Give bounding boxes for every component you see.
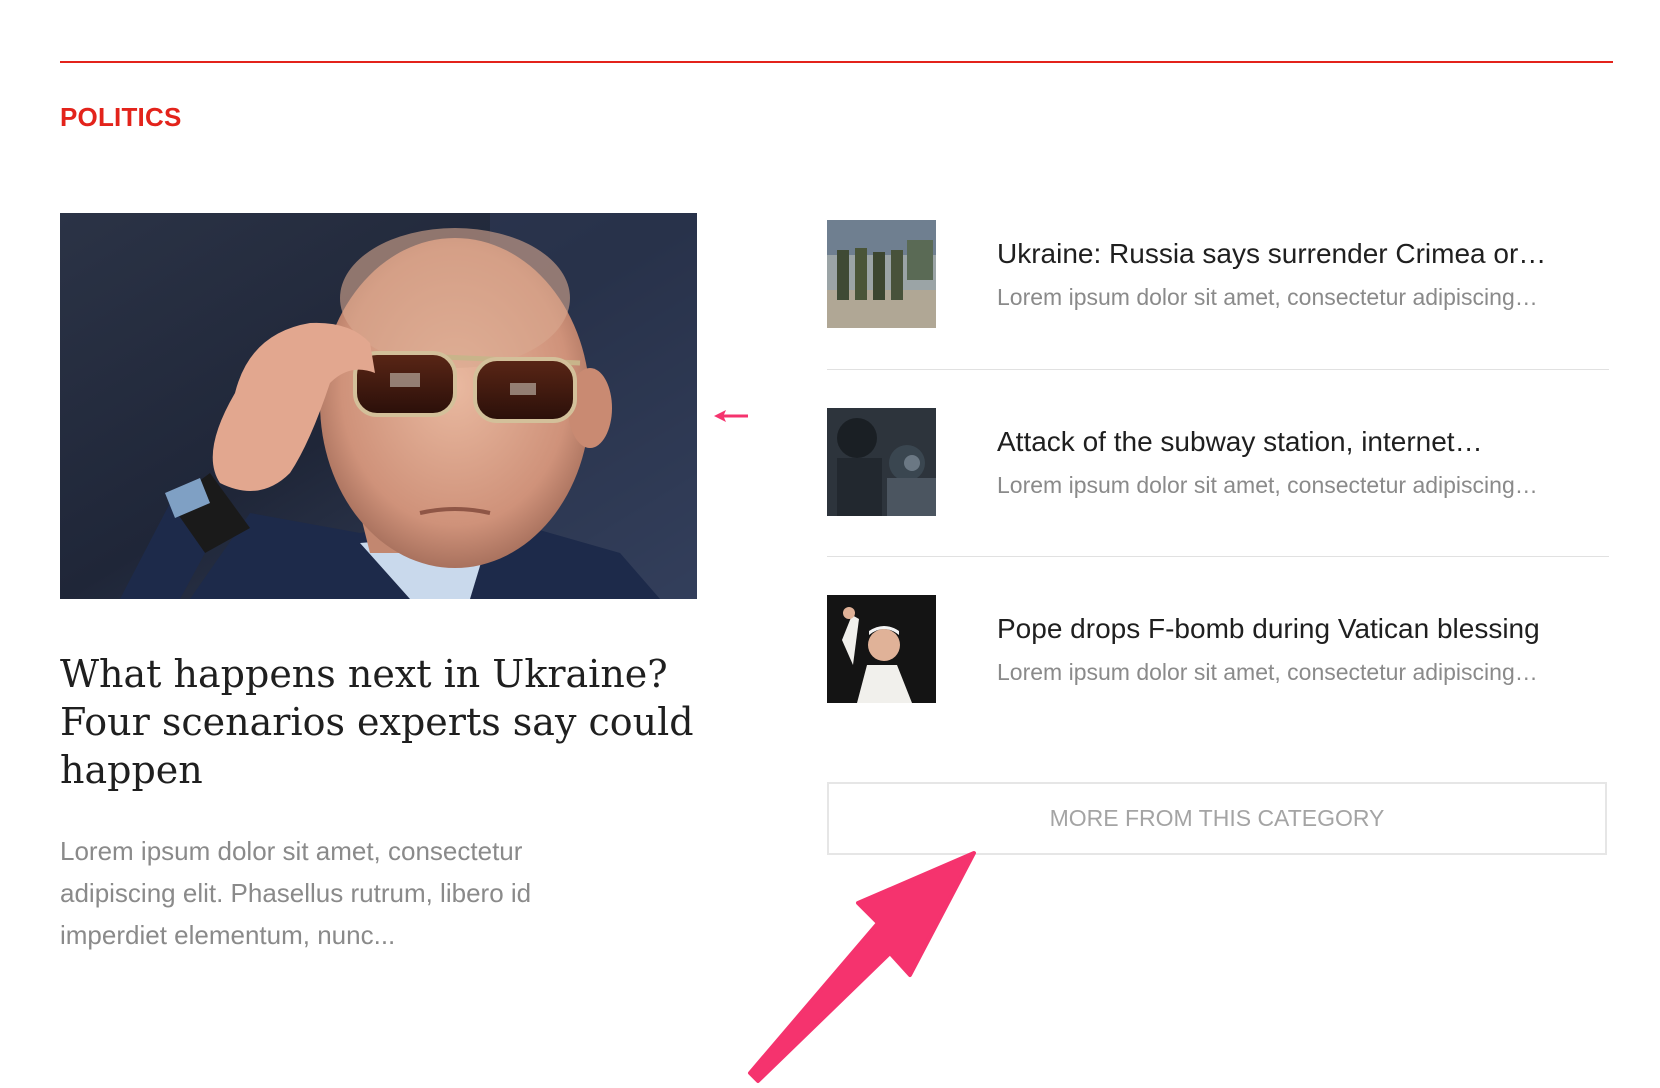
story-title[interactable]: Pope drops F-bomb during Vatican blessin… (997, 613, 1609, 645)
story-title[interactable]: Ukraine: Russia says surrender Crimea or… (997, 238, 1609, 270)
featured-title[interactable]: What happens next in Ukraine? Four scena… (60, 650, 700, 794)
story-divider (827, 556, 1609, 557)
list-item[interactable]: Attack of the subway station, internet… … (827, 408, 1609, 516)
story-thumbnail[interactable] (827, 408, 936, 516)
annotation-arrow-small-icon (714, 409, 748, 428)
story-excerpt: Lorem ipsum dolor sit amet, consectetur … (997, 659, 1538, 685)
story-excerpt: Lorem ipsum dolor sit amet, consectetur … (997, 472, 1538, 498)
politics-section: POLITICS What happens next in Ukraine? F… (0, 0, 1660, 1088)
list-item[interactable]: Pope drops F-bomb during Vatican blessin… (827, 595, 1609, 703)
story-divider (827, 369, 1609, 370)
section-top-rule (60, 61, 1613, 63)
featured-image[interactable] (60, 213, 697, 599)
list-item[interactable]: Ukraine: Russia says surrender Crimea or… (827, 220, 1609, 328)
story-title[interactable]: Attack of the subway station, internet… (997, 426, 1609, 458)
featured-excerpt: Lorem ipsum dolor sit amet, consectetur … (60, 836, 532, 950)
section-title[interactable]: POLITICS (60, 102, 182, 133)
story-excerpt: Lorem ipsum dolor sit amet, consectetur … (997, 284, 1538, 310)
story-thumbnail[interactable] (827, 220, 936, 328)
story-thumbnail[interactable] (827, 595, 936, 703)
annotation-arrow-large-icon (740, 845, 980, 1088)
